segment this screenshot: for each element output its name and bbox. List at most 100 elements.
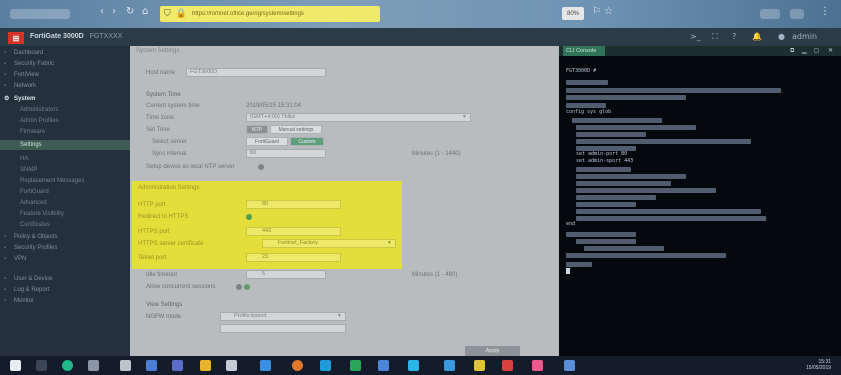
- terminal-line: [576, 188, 716, 193]
- copy-icon[interactable]: ⧉: [790, 47, 794, 55]
- outlook-icon[interactable]: [172, 360, 183, 371]
- tab-cli-console[interactable]: CLI Console: [563, 46, 605, 56]
- search-icon[interactable]: [88, 360, 99, 371]
- word-icon[interactable]: [260, 360, 271, 371]
- https-cert-label: HTTPS server certificate: [138, 241, 204, 247]
- view-option-select[interactable]: [220, 324, 346, 333]
- terminal-line: [584, 246, 664, 251]
- start-icon[interactable]: [10, 360, 21, 371]
- time-zone-value: (GMT+4:00) Tbilisi: [250, 114, 296, 120]
- network-icon: ▪: [4, 83, 7, 89]
- putty-icon[interactable]: [564, 360, 575, 371]
- star-icon[interactable]: ☆: [604, 6, 613, 17]
- sidebar-item-settings[interactable]: Settings: [0, 140, 130, 150]
- local-ntp-toggle[interactable]: [258, 164, 264, 170]
- task-view-icon[interactable]: [36, 360, 47, 371]
- sidebar-item-snmp[interactable]: SNMP: [0, 165, 130, 175]
- back-icon[interactable]: ‹: [100, 6, 104, 17]
- address-bar[interactable]: ⛉ 🔒 https://fortinet.office.ge/ng/system…: [160, 6, 380, 22]
- sidebar-item-replacement-messages[interactable]: Replacement Messages: [0, 176, 130, 186]
- edge-icon[interactable]: [146, 360, 157, 371]
- extension-button[interactable]: [790, 9, 804, 19]
- teams-icon[interactable]: [378, 360, 389, 371]
- sidebar-item-feature-visibility[interactable]: Feature Visibility: [0, 209, 130, 219]
- help-icon[interactable]: ?: [732, 32, 736, 41]
- sidebar-item-security-profiles[interactable]: ▪ Security Profiles: [0, 243, 130, 253]
- http-port-input[interactable]: [246, 200, 341, 209]
- maximize-icon[interactable]: ◻: [814, 47, 819, 54]
- skype-icon[interactable]: [408, 360, 419, 371]
- menu-icon[interactable]: ⋮: [820, 6, 830, 17]
- sidebar-item-network[interactable]: ▪ Network: [0, 81, 130, 91]
- sidebar-item-certificates[interactable]: Certificates: [0, 220, 130, 230]
- terminal-command: config sys glob: [566, 109, 612, 115]
- terminal-line: [566, 80, 608, 85]
- terminal-line: [576, 216, 766, 221]
- sidebar-item-policy-objects[interactable]: ▪ Policy & Objects: [0, 232, 130, 242]
- telnet-port-input[interactable]: [246, 253, 341, 262]
- terminal-line: [566, 253, 726, 258]
- https-port-input[interactable]: [246, 227, 341, 236]
- sidebar-item-administrators[interactable]: Administrators: [0, 105, 130, 115]
- set-time-ntp[interactable]: NTP: [246, 125, 268, 134]
- terminal-line: [576, 174, 686, 179]
- sidebar-item-admin-profiles[interactable]: Admin Profiles: [0, 116, 130, 126]
- sidebar-item-advanced[interactable]: Advanced: [0, 198, 130, 208]
- acrobat-icon[interactable]: [502, 360, 513, 371]
- app-icon[interactable]: [320, 360, 331, 371]
- server-custom[interactable]: Custom: [290, 137, 324, 146]
- terminal-line: [576, 181, 671, 186]
- excel-icon[interactable]: [350, 360, 361, 371]
- sidebar-item-fortiguard[interactable]: FortiGuard: [0, 187, 130, 197]
- bookmark-icon[interactable]: ⚐: [592, 6, 601, 17]
- home-icon[interactable]: ⌂: [142, 6, 148, 17]
- server-fortiguard[interactable]: FortiGuard: [246, 137, 288, 146]
- avatar[interactable]: ●: [778, 32, 785, 41]
- sidebar-item-user-device[interactable]: ▪ User & Device: [0, 274, 130, 284]
- app-icon[interactable]: [444, 360, 455, 371]
- user-icon: ▪: [4, 276, 7, 282]
- reload-icon[interactable]: ↻: [126, 6, 134, 17]
- sync-interval-label: Sync interval: [152, 151, 187, 157]
- sidebar-item-system[interactable]: ⚙ System: [0, 94, 130, 104]
- close-icon[interactable]: ✕: [828, 47, 833, 54]
- fullscreen-icon[interactable]: ⛶: [712, 32, 718, 42]
- sidebar-item-ha[interactable]: HA: [0, 154, 130, 164]
- sidebar-item-vpn[interactable]: ▪ VPN: [0, 254, 130, 264]
- extension-button[interactable]: [760, 9, 780, 19]
- cli-icon[interactable]: >_: [690, 32, 701, 41]
- app-icon[interactable]: [474, 360, 485, 371]
- notification-icon[interactable]: 🔔: [752, 32, 762, 41]
- sidebar-item-firmware[interactable]: Firmware: [0, 127, 130, 137]
- app-icon[interactable]: [120, 360, 131, 371]
- sidebar-item-dashboard[interactable]: ▪ Dashboard: [0, 48, 130, 58]
- app-icon[interactable]: [532, 360, 543, 371]
- ngfw-mode-value: Profile-based: [234, 313, 267, 319]
- apply-button[interactable]: Apply: [465, 346, 520, 356]
- forward-icon[interactable]: ›: [112, 6, 116, 17]
- zoom-badge[interactable]: 80%: [562, 7, 584, 20]
- vpn-icon: ▪: [4, 256, 7, 262]
- time-zone-label: Time zone: [146, 115, 174, 121]
- folder-icon[interactable]: [200, 360, 211, 371]
- sidebar-item-fortiview[interactable]: ▪ FortiView: [0, 70, 130, 80]
- firefox-icon[interactable]: [292, 360, 303, 371]
- set-time-label: Set Time: [146, 127, 170, 133]
- concurrent-sessions-check[interactable]: [244, 284, 250, 290]
- redirect-https-toggle[interactable]: [246, 214, 252, 220]
- concurrent-sessions-toggle[interactable]: [236, 284, 242, 290]
- https-cert-value: Fortinet_Factory: [278, 240, 319, 246]
- sidebar-item-security-fabric[interactable]: ▪ Security Fabric: [0, 59, 130, 69]
- minimize-icon[interactable]: ▁: [802, 47, 807, 54]
- terminal-line: [576, 125, 696, 130]
- sidebar-item-log-report[interactable]: ▪ Log & Report: [0, 285, 130, 295]
- app-icon[interactable]: [226, 360, 237, 371]
- browser-tab[interactable]: [10, 9, 70, 19]
- set-time-manual[interactable]: Manual settings: [270, 125, 322, 134]
- sync-interval-input[interactable]: [246, 149, 326, 158]
- taskbar-clock[interactable]: 15:31 15/05/2019: [806, 359, 831, 371]
- user-menu[interactable]: admin: [792, 32, 817, 41]
- chrome-icon[interactable]: [62, 360, 73, 371]
- sidebar-item-monitor[interactable]: ▪ Monitor: [0, 296, 130, 306]
- idle-timeout-input[interactable]: [246, 270, 326, 279]
